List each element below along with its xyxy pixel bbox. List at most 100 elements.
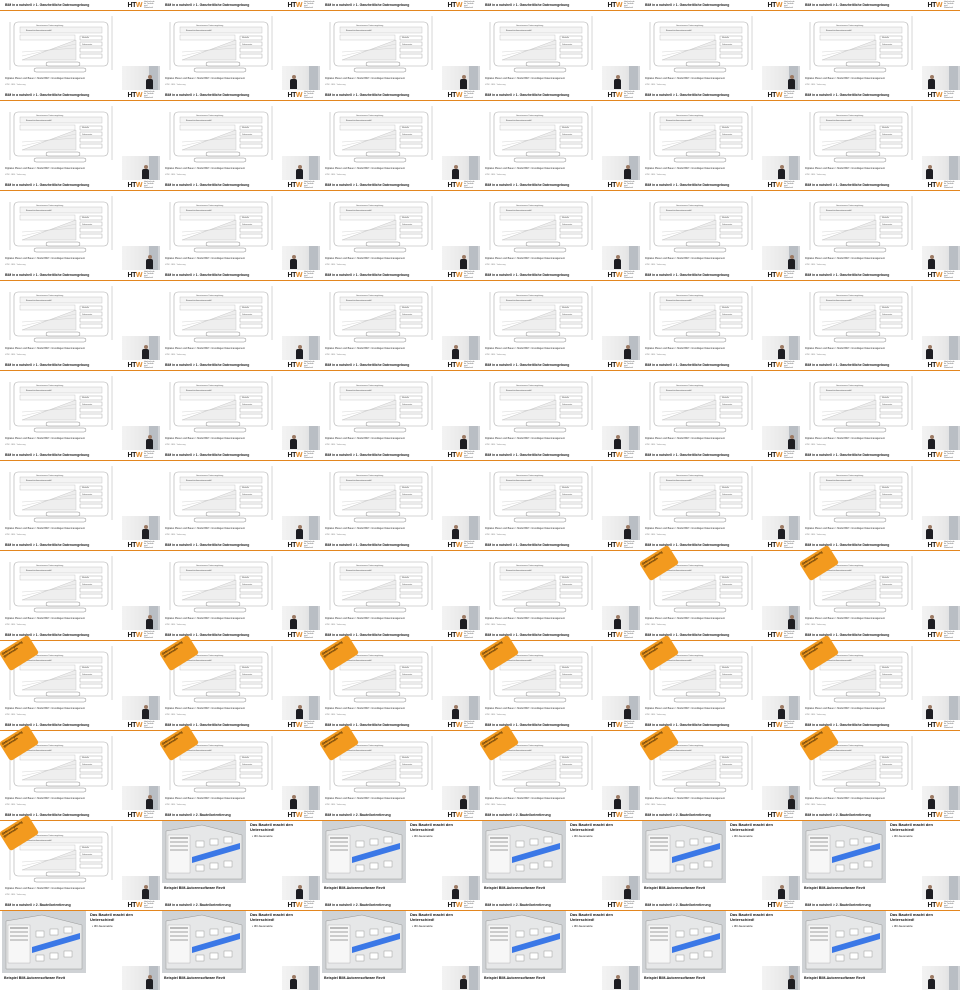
slide-thumbnail[interactable]: BIM in a nutshell > 1. Ganzheitliche Dat… (160, 450, 320, 540)
slide-thumbnail[interactable]: BIM in a nutshell > 1. Ganzheitliche Dat… (320, 0, 480, 90)
slide-thumbnail[interactable]: BIM in a nutshell > 2. Bauteilorientieru… (480, 900, 640, 990)
slide-thumbnail[interactable]: BIM in a nutshell > 1. Ganzheitliche Dat… (800, 540, 960, 630)
slide-footer-small: HTW · BIM · Vorlesung (5, 804, 26, 806)
slide-thumbnail[interactable]: BIM in a nutshell > 1. Ganzheitliche Dat… (640, 720, 800, 810)
slide-thumbnail[interactable]: BIM in a nutshell > 2. Bauteilorientieru… (160, 810, 320, 900)
slide-thumbnail[interactable]: BIM in a nutshell > 1. Ganzheitliche Dat… (160, 90, 320, 180)
slide-thumbnail[interactable]: BIM in a nutshell > 2. Bauteilorientieru… (480, 810, 640, 900)
slide-thumbnail[interactable]: BIM in a nutshell > 1. Ganzheitliche Dat… (480, 540, 640, 630)
diagram-label: Dokumente (402, 43, 413, 46)
slide-thumbnail[interactable]: BIM in a nutshell > 1. Ganzheitliche Dat… (640, 180, 800, 270)
slide-header: BIM in a nutshell > 1. Ganzheitliche Dat… (5, 813, 90, 817)
slide-thumbnail[interactable]: BIM in a nutshell > 1. Ganzheitliche Dat… (480, 630, 640, 720)
diagram-label: Dokumente (242, 583, 253, 586)
logo-text: Hochschule für Technik und Wirtschaft (624, 90, 635, 100)
slide-thumbnail[interactable]: BIM in a nutshell > 1. Ganzheitliche Dat… (320, 720, 480, 810)
building-model (162, 821, 246, 883)
speaker (452, 345, 459, 359)
slide-thumbnail[interactable]: BIM in a nutshell > 1. Ganzheitliche Dat… (320, 360, 480, 450)
slide-thumbnail[interactable]: BIM in a nutshell > 1. Ganzheitliche Dat… (0, 540, 160, 630)
slide-thumbnail[interactable]: BIM in a nutshell > 1. Ganzheitliche Dat… (0, 180, 160, 270)
slide-thumbnail[interactable]: BIM in a nutshell > 1. Ganzheitliche Dat… (320, 540, 480, 630)
speaker-body (290, 439, 297, 449)
slide-thumbnail[interactable]: BIM in a nutshell > 1. Ganzheitliche Dat… (800, 0, 960, 90)
slide-thumbnail[interactable]: BIM in a nutshell > 1. Ganzheitliche Dat… (0, 270, 160, 360)
logo-mark: HTW (287, 1, 303, 9)
slide-title: Das Bauteil macht den Unterschied! (410, 822, 453, 832)
slide-thumbnail[interactable]: BIM in a nutshell > 1. Ganzheitliche Dat… (320, 270, 480, 360)
slide-thumbnail[interactable]: BIM in a nutshell > 1. Ganzheitliche Dat… (0, 90, 160, 180)
slide-thumbnail[interactable]: BIM in a nutshell > 1. Ganzheitliche Dat… (640, 0, 800, 90)
slide-thumbnail[interactable]: BIM in a nutshell > 1. Ganzheitliche Dat… (0, 720, 160, 810)
slide-thumbnail[interactable]: BIM in a nutshell > 1. Ganzheitliche Dat… (640, 90, 800, 180)
slide-header: BIM in a nutshell > 1. Ganzheitliche Dat… (325, 93, 410, 97)
diagram-label: Modelle (402, 307, 410, 309)
slide-thumbnail[interactable]: BIM in a nutshell > 1. Ganzheitliche Dat… (480, 720, 640, 810)
slide-thumbnail[interactable]: BIM in a nutshell > 1. Ganzheitliche Dat… (160, 0, 320, 90)
slide-thumbnail[interactable]: BIM in a nutshell > 2. Bauteilorientieru… (320, 900, 480, 990)
slide-footer: Digitales Planen und Bauen > Modul BIM >… (645, 77, 725, 80)
diagram-label: Dokumente (242, 43, 253, 46)
slide-thumbnail[interactable]: BIM in a nutshell > 1. Ganzheitliche Dat… (640, 450, 800, 540)
slide-thumbnail[interactable]: BIM in a nutshell > 1. Ganzheitliche Dat… (160, 360, 320, 450)
slide-thumbnail[interactable]: BIM in a nutshell > 2. Bauteilorientieru… (0, 900, 160, 990)
slide-thumbnail[interactable]: BIM in a nutshell > 1. Ganzheitliche Dat… (0, 0, 160, 90)
htw-logo: HTW Hochschule für Technik und Wirtschaf… (128, 541, 156, 550)
slide-thumbnail[interactable]: BIM in a nutshell > 1. Ganzheitliche Dat… (480, 0, 640, 90)
slide-thumbnail[interactable]: BIM in a nutshell > 2. Bauteilorientieru… (640, 900, 800, 990)
slide-thumbnail[interactable]: BIM in a nutshell > 1. Ganzheitliche Dat… (160, 270, 320, 360)
slide-thumbnail[interactable]: BIM in a nutshell > 1. Ganzheitliche Dat… (800, 450, 960, 540)
slide-thumbnail[interactable]: BIM in a nutshell > 1. Ganzheitliche Dat… (0, 360, 160, 450)
speaker-body (928, 619, 935, 629)
slide-thumbnail[interactable]: BIM in a nutshell > 1. Ganzheitliche Dat… (320, 630, 480, 720)
slide-thumbnail[interactable]: BIM in a nutshell > 1. Ganzheitliche Dat… (800, 360, 960, 450)
slide-thumbnail[interactable]: BIM in a nutshell > 2. Bauteilorientieru… (800, 900, 960, 990)
diagram-label: Bauwerksinformationsmodell (26, 29, 52, 32)
slide-bullet: • 3D-Geometrie (412, 924, 433, 928)
slide-thumbnail[interactable]: BIM in a nutshell > 1. Ganzheitliche Dat… (480, 360, 640, 450)
slide-thumbnail[interactable]: BIM in a nutshell > 1. Ganzheitliche Dat… (160, 540, 320, 630)
speaker (624, 165, 631, 179)
slide-thumbnail[interactable]: BIM in a nutshell > 1. Ganzheitliche Dat… (320, 90, 480, 180)
slide-thumbnail[interactable]: BIM in a nutshell > 1. Ganzheitliche Dat… (0, 450, 160, 540)
logo-mark: HTW (927, 541, 943, 549)
slide-thumbnail[interactable]: BIM in a nutshell > 1. Ganzheitliche Dat… (0, 630, 160, 720)
slide-thumbnail[interactable]: BIM in a nutshell > 1. Ganzheitliche Dat… (480, 180, 640, 270)
slide-thumbnail[interactable]: BIM in a nutshell > 1. Ganzheitliche Dat… (640, 270, 800, 360)
slide-thumbnail[interactable]: BIM in a nutshell > 1. Ganzheitliche Dat… (800, 630, 960, 720)
speaker (778, 165, 785, 179)
slide-thumbnail[interactable]: BIM in a nutshell > 1. Ganzheitliche Dat… (320, 180, 480, 270)
slide-thumbnail[interactable]: BIM in a nutshell > 2. Bauteilorientieru… (800, 810, 960, 900)
htw-logo: HTW Hochschule für Technik und Wirtschaf… (768, 91, 796, 100)
diagram-label: Gemeinsame Datenumgebung (356, 24, 383, 27)
data-environment-diagram: Gemeinsame Datenumgebung Bauwerksinformat… (169, 16, 273, 73)
slide-thumbnail[interactable]: BIM in a nutshell > 1. Ganzheitliche Dat… (480, 90, 640, 180)
slide-header: BIM in a nutshell > 1. Ganzheitliche Dat… (165, 723, 250, 727)
slide-thumbnail[interactable]: BIM in a nutshell > 1. Ganzheitliche Dat… (640, 360, 800, 450)
diagram-label: Bauwerksinformationsmodell (666, 209, 692, 212)
slide-thumbnail[interactable]: BIM in a nutshell > 1. Ganzheitliche Dat… (640, 540, 800, 630)
slide-thumbnail[interactable]: BIM in a nutshell > 1. Ganzheitliche Dat… (160, 720, 320, 810)
diagram-label: Modelle (562, 217, 570, 219)
slide-thumbnail[interactable]: BIM in a nutshell > 1. Ganzheitliche Dat… (800, 180, 960, 270)
slide-thumbnail[interactable]: BIM in a nutshell > 1. Ganzheitliche Dat… (160, 630, 320, 720)
slide-thumbnail[interactable]: BIM in a nutshell > 1. Ganzheitliche Dat… (480, 450, 640, 540)
slide-thumbnail[interactable]: BIM in a nutshell > 2. Bauteilorientieru… (160, 900, 320, 990)
slide-thumbnail[interactable]: BIM in a nutshell > 2. Bauteilorientieru… (640, 810, 800, 900)
slide-thumbnail[interactable]: BIM in a nutshell > 1. Ganzheitliche Dat… (640, 630, 800, 720)
slide-thumbnail[interactable]: BIM in a nutshell > 1. Ganzheitliche Dat… (160, 180, 320, 270)
slide-footer-small: HTW · BIM · Vorlesung (5, 714, 26, 716)
window (949, 156, 958, 180)
slide-thumbnail[interactable]: BIM in a nutshell > 1. Ganzheitliche Dat… (800, 270, 960, 360)
slide-bullet: • 3D-Geometrie (412, 834, 433, 838)
slide-thumbnail[interactable]: BIM in a nutshell > 1. Ganzheitliche Dat… (800, 90, 960, 180)
htw-logo: HTW Hochschule für Technik und Wirtschaf… (448, 721, 476, 730)
slide-thumbnail[interactable]: BIM in a nutshell > 2. Bauteilorientieru… (320, 810, 480, 900)
slide-thumbnail[interactable]: BIM in a nutshell > 1. Ganzheitliche Dat… (0, 810, 160, 900)
slide-thumbnail[interactable]: BIM in a nutshell > 1. Ganzheitliche Dat… (800, 720, 960, 810)
speaker-video (922, 66, 960, 90)
slide-thumbnail[interactable]: BIM in a nutshell > 1. Ganzheitliche Dat… (480, 270, 640, 360)
logo-text: Hochschule für Technik und Wirtschaft (944, 180, 955, 190)
slide-thumbnail[interactable]: BIM in a nutshell > 1. Ganzheitliche Dat… (320, 450, 480, 540)
htw-logo: HTW Hochschule für Technik und Wirtschaf… (928, 451, 956, 460)
